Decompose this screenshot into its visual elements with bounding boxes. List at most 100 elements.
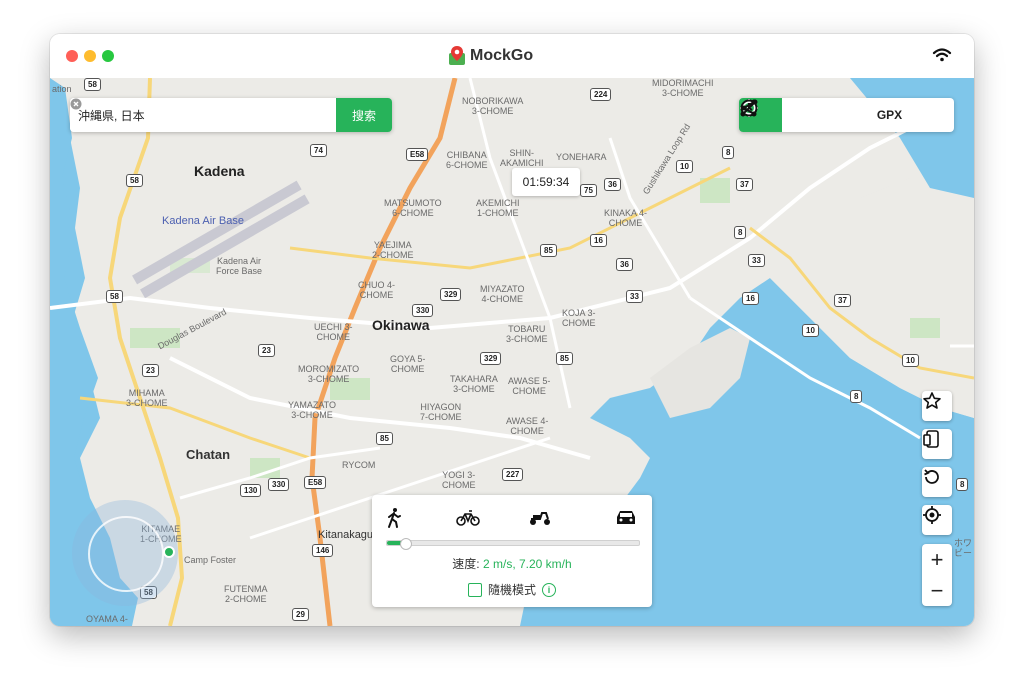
road-shield: 16	[590, 234, 607, 247]
road-shield: 227	[502, 468, 524, 481]
zoom-controls: + −	[922, 544, 952, 606]
map-district: CHUO 4- CHOME	[358, 280, 396, 300]
road-shield: 8	[722, 146, 735, 159]
phone-switch-icon	[923, 430, 939, 448]
minimize-window-button[interactable]	[84, 50, 96, 62]
map-district: NOBORIKAWA 3-CHOME	[462, 96, 524, 116]
road-shield: 146	[312, 544, 334, 557]
road-shield: 8	[734, 226, 747, 239]
info-icon[interactable]: i	[542, 582, 556, 597]
map-district: SHIN- AKAMICHI	[500, 148, 544, 168]
map-district: MOROMIZATO 3-CHOME	[298, 364, 360, 384]
map-district: YONEHARA	[556, 152, 607, 162]
speed-slider[interactable]	[386, 538, 640, 550]
zoom-in-button[interactable]: +	[922, 544, 952, 575]
zoom-out-button[interactable]: −	[922, 575, 952, 606]
app-title: MockGo	[470, 47, 534, 64]
two-spot-route-button[interactable]	[740, 98, 825, 132]
map-district: FUTENMA 2-CHOME	[224, 584, 268, 604]
my-location-button[interactable]	[922, 505, 952, 535]
road-shield: 33	[626, 290, 643, 303]
mode-toolbar: GPX	[739, 98, 954, 132]
map-district: AWASE 5- CHOME	[508, 376, 551, 396]
map-district: AKEMICHI 1-CHOME	[476, 198, 520, 218]
clock-icon	[740, 99, 758, 117]
history-button[interactable]	[740, 98, 954, 132]
map-district: OYAMA 4-	[86, 614, 128, 624]
road-shield: 74	[310, 144, 327, 157]
map-label-kadena-air-force-base: Kadena Air Force Base	[216, 256, 263, 276]
search-button[interactable]: 搜索	[336, 98, 392, 132]
map-district: YAEJIMA 2-CHOME	[372, 240, 414, 260]
app-logo: MockGo	[448, 44, 533, 68]
road-shield: 329	[440, 288, 462, 301]
road-shield: 58	[106, 290, 123, 303]
random-mode-row: 隨機模式 i	[372, 581, 652, 598]
close-window-button[interactable]	[66, 50, 78, 62]
road-shield: 33	[748, 254, 765, 267]
multi-spot-route-button[interactable]	[741, 98, 868, 132]
road-shield: 330	[268, 478, 290, 491]
map-label-kadena-air-base: Kadena Air Base	[162, 215, 244, 227]
walk-icon[interactable]	[384, 507, 410, 529]
location-marker[interactable]	[163, 546, 175, 558]
target-location-icon	[923, 506, 941, 524]
map-district: GOYA 5- CHOME	[390, 354, 426, 374]
road-shield: 10	[676, 160, 693, 173]
road-shield: 224	[590, 88, 612, 101]
road-shield: 10	[902, 354, 919, 367]
favorite-button[interactable]	[922, 391, 952, 421]
random-mode-checkbox[interactable]	[467, 582, 482, 597]
map-district: YOGI 3- CHOME	[442, 470, 476, 490]
road-shield: 16	[742, 292, 759, 305]
car-icon[interactable]	[614, 507, 640, 529]
speed-label: 速度:	[452, 557, 480, 571]
map-label-rycom: RYCOM	[342, 460, 376, 470]
wifi-icon[interactable]	[932, 47, 952, 68]
reset-arrow-icon	[924, 469, 939, 484]
map-district: ホワ ビー	[954, 538, 973, 558]
reset-location-button[interactable]	[922, 467, 952, 497]
map-label-chatan: Chatan	[186, 447, 231, 462]
map-view[interactable]: ation Kadena Kadena Air Base Kadena Air …	[50, 78, 974, 626]
map-label-okinawa: Okinawa	[372, 317, 430, 333]
bike-icon[interactable]	[456, 507, 482, 529]
map-district: HIYAGON 7-CHOME	[420, 402, 462, 422]
map-district: TAKAHARA 3-CHOME	[450, 374, 498, 394]
road-shield: 85	[556, 352, 573, 365]
road-shield: 85	[540, 244, 557, 257]
road-shield: 130	[240, 484, 262, 497]
speed-panel: 速度: 2 m/s, 7.20 km/h 隨機模式 i	[372, 495, 652, 607]
map-district: AWASE 4- CHOME	[506, 416, 549, 436]
joystick-ring	[88, 516, 164, 592]
clear-search-icon[interactable]	[70, 98, 330, 132]
speed-value: 2 m/s, 7.20 km/h	[482, 557, 572, 571]
star-icon	[923, 392, 941, 409]
map-district: MIYAZATO 4-CHOME	[480, 284, 525, 304]
speed-readout: 速度: 2 m/s, 7.20 km/h	[372, 555, 652, 572]
app-window: MockGo ation Kadena Kadena Air Base Kade…	[50, 34, 974, 626]
scooter-icon[interactable]	[528, 507, 554, 529]
road-shield: 58	[84, 78, 101, 91]
map-label-kadena: Kadena	[194, 163, 245, 179]
map-district: KINAKA 4- CHOME	[604, 208, 648, 228]
road-shield: 36	[604, 178, 621, 191]
title-bar: MockGo	[50, 34, 974, 79]
road-shield: 330	[412, 304, 434, 317]
road-shield: 23	[258, 344, 275, 357]
map-district: YAMAZATO 3-CHOME	[288, 400, 337, 420]
road-shield: E58	[406, 148, 429, 161]
device-switch-button[interactable]	[922, 429, 952, 459]
search-input[interactable]	[70, 98, 312, 132]
road-shield: 85	[376, 432, 393, 445]
road-shield: 37	[736, 178, 753, 191]
road-shield: 23	[142, 364, 159, 377]
speed-slider-thumb[interactable]	[400, 538, 413, 550]
maximize-window-button[interactable]	[102, 50, 114, 62]
map-district: TOBARU 3-CHOME	[506, 324, 548, 344]
map-label-camp-foster: Camp Foster	[184, 555, 237, 565]
road-shield: 37	[834, 294, 851, 307]
gpx-button[interactable]: GPX	[868, 98, 911, 132]
random-mode-label: 隨機模式	[487, 583, 536, 597]
map-district: UECHI 3- CHOME	[314, 322, 353, 342]
